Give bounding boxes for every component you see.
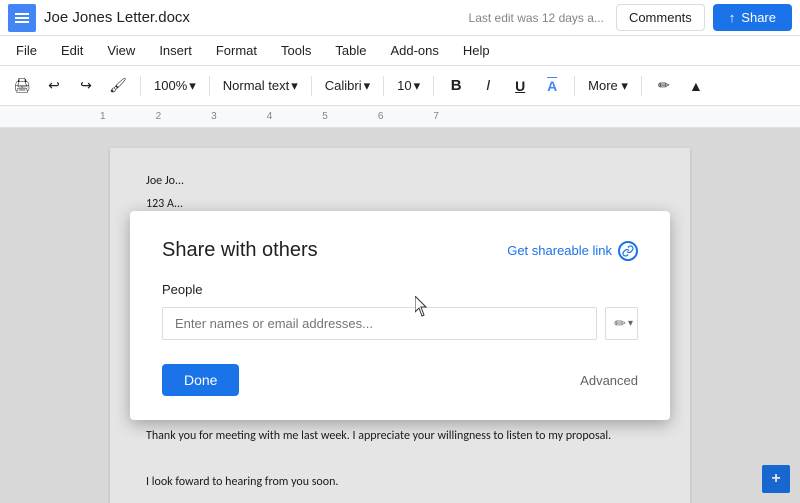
document-filename[interactable]: Joe Jones Letter.docx bbox=[44, 9, 469, 26]
divider-7 bbox=[641, 76, 642, 96]
ruler-mark-6: 6 bbox=[378, 111, 384, 122]
menu-help[interactable]: Help bbox=[459, 41, 494, 60]
modal-overlay: Share with others Get shareable link Peo… bbox=[0, 128, 800, 503]
italic-button[interactable]: I bbox=[474, 72, 502, 100]
menu-view[interactable]: View bbox=[103, 41, 139, 60]
share-label: Share bbox=[741, 10, 776, 25]
menu-file[interactable]: File bbox=[12, 41, 41, 60]
link-icon bbox=[618, 241, 638, 261]
ruler: 1 2 3 4 5 6 7 bbox=[0, 106, 800, 128]
share-dialog: Share with others Get shareable link Peo… bbox=[130, 211, 670, 420]
title-bar: Joe Jones Letter.docx Last edit was 12 d… bbox=[0, 0, 800, 36]
bold-button[interactable]: B bbox=[442, 72, 470, 100]
menu-edit[interactable]: Edit bbox=[57, 41, 87, 60]
font-arrow-icon: ▾ bbox=[364, 78, 371, 94]
share-button[interactable]: ↑ Share bbox=[713, 4, 792, 31]
font-value: Calibri bbox=[325, 78, 362, 93]
menu-addons[interactable]: Add-ons bbox=[386, 41, 442, 60]
app-menu-icon[interactable] bbox=[8, 4, 36, 32]
style-value: Normal text bbox=[223, 78, 289, 93]
zoom-arrow-icon: ▾ bbox=[189, 78, 196, 94]
share-dialog-footer: Done Advanced bbox=[162, 364, 638, 396]
paint-format-button[interactable]: 🖌 bbox=[104, 72, 132, 100]
last-edit-text: Last edit was 12 days a... bbox=[469, 11, 604, 25]
menu-tools[interactable]: Tools bbox=[277, 41, 315, 60]
underline-button[interactable]: U bbox=[506, 72, 534, 100]
people-input-row: ✏ ▾ bbox=[162, 307, 638, 340]
ruler-mark-5: 5 bbox=[322, 111, 328, 122]
edit-dropdown-button[interactable]: ✏ ▾ bbox=[605, 307, 638, 340]
ruler-mark-3: 3 bbox=[211, 111, 217, 122]
font-size-arrow-icon: ▾ bbox=[414, 78, 421, 94]
font-size-select[interactable]: 10 ▾ bbox=[392, 75, 425, 97]
ruler-mark-1: 1 bbox=[100, 111, 106, 122]
document-area: Joe Jo... 123 A... Anyto... Octob... Mar… bbox=[0, 128, 800, 503]
share-dialog-header: Share with others Get shareable link bbox=[162, 239, 638, 262]
divider-6 bbox=[574, 76, 575, 96]
ruler-mark-2: 2 bbox=[156, 111, 162, 122]
ruler-mark-7: 7 bbox=[433, 111, 439, 122]
menu-bar: File Edit View Insert Format Tools Table… bbox=[0, 36, 800, 66]
divider-1 bbox=[140, 76, 141, 96]
toolbar: 🖨 ↩ ↪ 🖌 100% ▾ Normal text ▾ Calibri ▾ 1… bbox=[0, 66, 800, 106]
hamburger-icon bbox=[15, 17, 29, 19]
people-input[interactable] bbox=[162, 307, 597, 340]
zoom-value: 100% bbox=[154, 78, 187, 93]
ruler-mark-4: 4 bbox=[267, 111, 273, 122]
people-label: People bbox=[162, 282, 638, 297]
edit-icon: ✏ bbox=[614, 315, 626, 332]
zoom-select[interactable]: 100% ▾ bbox=[149, 75, 201, 97]
divider-4 bbox=[383, 76, 384, 96]
style-select[interactable]: Normal text ▾ bbox=[218, 75, 303, 97]
style-arrow-icon: ▾ bbox=[291, 78, 298, 94]
undo-button[interactable]: ↩ bbox=[40, 72, 68, 100]
get-shareable-link-button[interactable]: Get shareable link bbox=[507, 241, 638, 261]
more-select[interactable]: More ▾ bbox=[583, 75, 633, 97]
dropdown-arrow-icon: ▾ bbox=[628, 318, 633, 329]
print-button[interactable]: 🖨 bbox=[8, 72, 36, 100]
share-dialog-title: Share with others bbox=[162, 239, 318, 262]
menu-format[interactable]: Format bbox=[212, 41, 261, 60]
menu-insert[interactable]: Insert bbox=[155, 41, 196, 60]
share-icon: ↑ bbox=[729, 10, 736, 25]
divider-2 bbox=[209, 76, 210, 96]
color-button[interactable]: A bbox=[538, 72, 566, 100]
font-size-value: 10 bbox=[397, 78, 411, 93]
divider-3 bbox=[311, 76, 312, 96]
divider-5 bbox=[433, 76, 434, 96]
pencil-button[interactable]: ✏ bbox=[650, 72, 678, 100]
comments-button[interactable]: Comments bbox=[616, 4, 705, 31]
redo-button[interactable]: ↪ bbox=[72, 72, 100, 100]
done-button[interactable]: Done bbox=[162, 364, 239, 396]
collapse-button[interactable]: ▲ bbox=[682, 72, 710, 100]
menu-table[interactable]: Table bbox=[331, 41, 370, 60]
more-label: More ▾ bbox=[588, 78, 628, 94]
advanced-link[interactable]: Advanced bbox=[580, 373, 638, 388]
font-select[interactable]: Calibri ▾ bbox=[320, 75, 375, 97]
get-shareable-link-label: Get shareable link bbox=[507, 243, 612, 258]
